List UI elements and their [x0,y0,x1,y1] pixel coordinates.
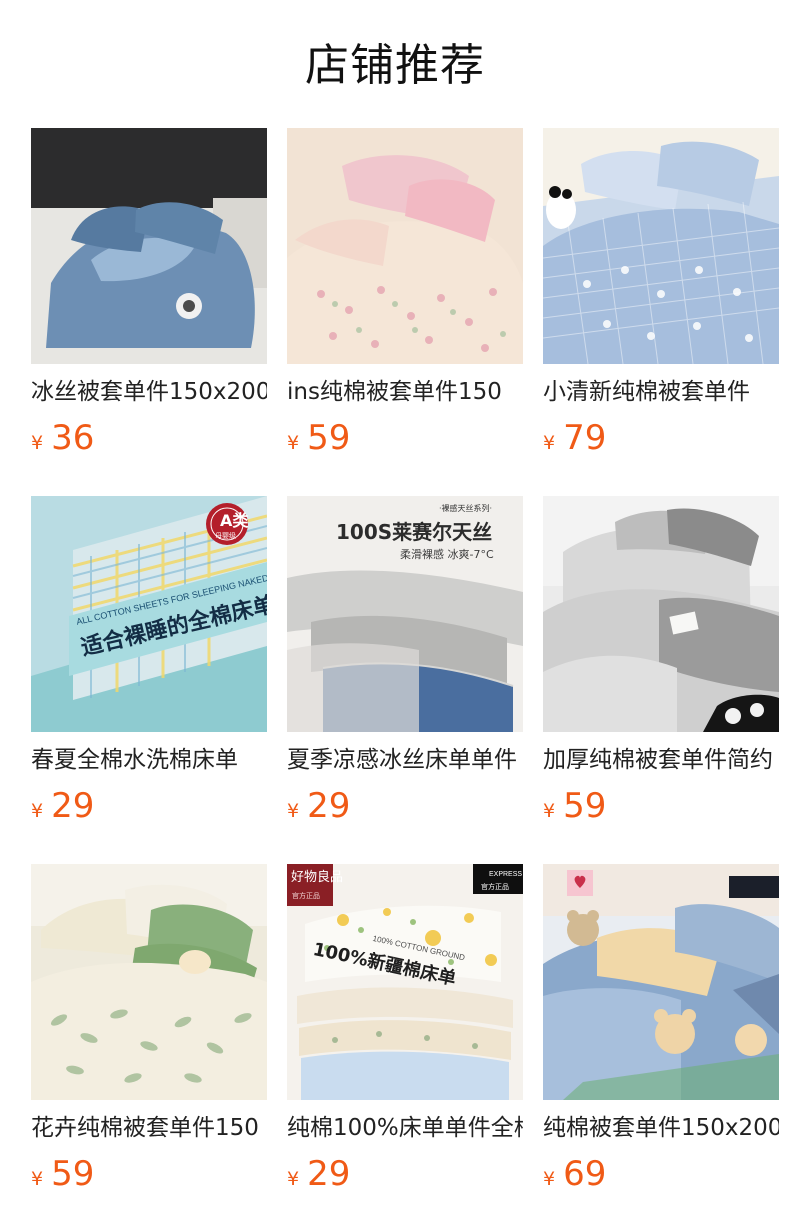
bedding-image [543,864,779,1100]
currency-symbol: ¥ [287,1168,300,1190]
badge-text: A类 [220,511,249,530]
badge-subtext: 官方正品 [292,891,320,900]
product-image[interactable]: ·裸感天丝系列· 100S莱赛尔天丝 柔滑裸感 冰爽-7°C [287,496,523,732]
product-price: ¥29 [31,786,94,826]
currency-symbol: ¥ [543,1168,556,1190]
currency-symbol: ¥ [287,800,300,822]
product-price: ¥59 [543,786,606,826]
product-price: ¥36 [31,418,94,458]
product-card[interactable]: 纯棉被套单件150x200 ¥69 [543,864,779,1204]
price-value: 59 [563,786,607,826]
product-price: ¥29 [287,786,350,826]
bedding-image: 好物良品 官方正品 EXPRESS 官方正品 100% COTTON GROUN… [287,864,523,1100]
product-name: 花卉纯棉被套单件150 [31,1115,259,1141]
price-value: 69 [563,1154,607,1194]
product-price: ¥69 [543,1154,606,1194]
bedding-image: ·裸感天丝系列· 100S莱赛尔天丝 柔滑裸感 冰爽-7°C [287,496,523,732]
product-card[interactable]: ·裸感天丝系列· 100S莱赛尔天丝 柔滑裸感 冰爽-7°C 夏季凉感冰丝床单单… [287,496,523,836]
product-card[interactable]: ins纯棉被套单件150 ¥59 [287,128,523,468]
image-subtext: 柔滑裸感 冰爽-7°C [400,547,494,561]
price-value: 59 [307,418,351,458]
product-card[interactable]: 花卉纯棉被套单件150 ¥59 [31,864,267,1204]
product-image[interactable] [31,864,267,1100]
product-card[interactable]: ALL COTTON SHEETS FOR SLEEPING NAKED 适合裸… [31,496,267,836]
product-price: ¥79 [543,418,606,458]
product-image[interactable] [287,128,523,364]
image-topline: ·裸感天丝系列· [439,503,492,513]
currency-symbol: ¥ [31,800,44,822]
product-image[interactable] [31,128,267,364]
product-name: 加厚纯棉被套单件简约 [543,747,773,773]
shop-recommendation-page: 店铺推荐 冰丝被套单件150x200 ¥36 ins纯棉被套单件150 ¥ 59… [0,0,790,1232]
product-image[interactable] [543,496,779,732]
product-card[interactable]: 加厚纯棉被套单件简约 ¥59 [543,496,779,836]
currency-symbol: ¥ [31,432,44,454]
bedding-image [287,128,523,364]
badge2-subtext: 官方正品 [481,882,509,891]
product-name: 纯棉被套单件150x200 [543,1115,779,1141]
bedding-image: ALL COTTON SHEETS FOR SLEEPING NAKED 适合裸… [31,496,267,732]
image-label: 100S莱赛尔天丝 [336,520,492,544]
price-value: 29 [307,786,351,826]
bedding-image [543,496,779,732]
product-price: ¥59 [31,1154,94,1194]
price-value: 29 [51,786,95,826]
product-image[interactable]: 好物良品 官方正品 EXPRESS 官方正品 100% COTTON GROUN… [287,864,523,1100]
currency-symbol: ¥ [287,432,300,454]
product-name: ins纯棉被套单件150 [287,379,502,405]
page-title: 店铺推荐 [305,40,485,91]
bedding-image [31,128,267,364]
bedding-image [543,128,779,364]
product-price: ¥59 [287,418,350,458]
price-value: 79 [563,418,607,458]
product-card[interactable]: 小清新纯棉被套单件 ¥79 [543,128,779,468]
product-card[interactable]: 冰丝被套单件150x200 ¥36 [31,128,267,468]
product-name: 小清新纯棉被套单件 [543,379,750,405]
badge-text: 好物良品 [291,869,343,885]
badge-subtext: 母婴级 [215,531,236,540]
currency-symbol: ¥ [543,432,556,454]
product-name: 春夏全棉水洗棉床单 [31,747,238,773]
price-value: 29 [307,1154,351,1194]
currency-symbol: ¥ [543,800,556,822]
product-name: 纯棉100%床单单件全棉 [287,1115,523,1141]
currency-symbol: ¥ [31,1168,44,1190]
product-name: 夏季凉感冰丝床单单件 [287,747,517,773]
product-card[interactable]: 好物良品 官方正品 EXPRESS 官方正品 100% COTTON GROUN… [287,864,523,1204]
product-image[interactable] [543,864,779,1100]
product-image[interactable]: ALL COTTON SHEETS FOR SLEEPING NAKED 适合裸… [31,496,267,732]
price-value: 36 [51,418,95,458]
product-name: 冰丝被套单件150x200 [31,379,267,405]
price-value: 59 [51,1154,95,1194]
badge2-text: EXPRESS [489,871,522,878]
product-image[interactable] [543,128,779,364]
bedding-image [31,864,267,1100]
product-price: ¥29 [287,1154,350,1194]
